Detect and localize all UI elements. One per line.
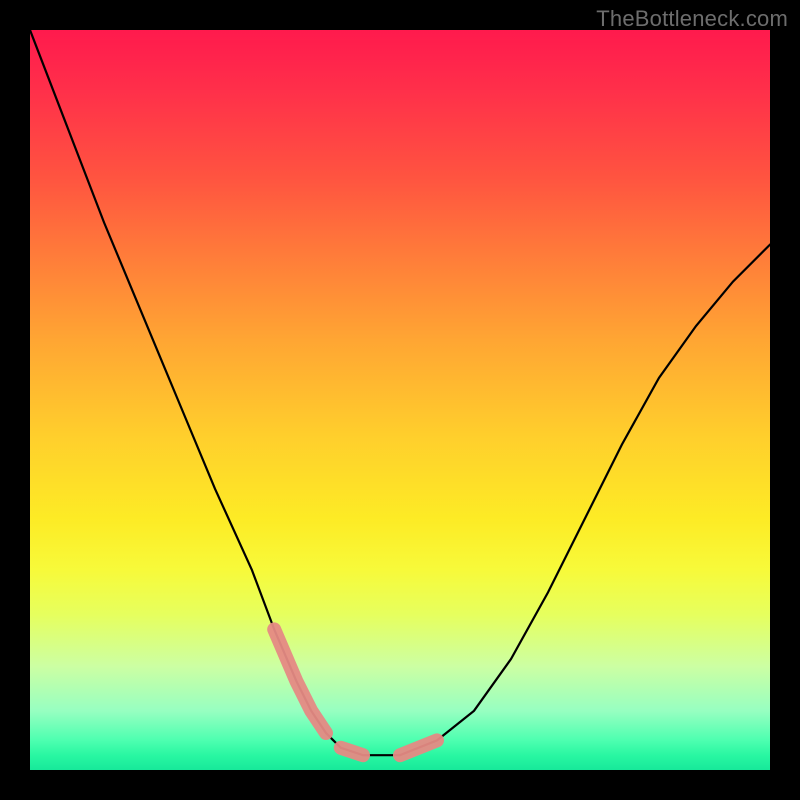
watermark-text: TheBottleneck.com (596, 6, 788, 32)
highlight-right-icon (400, 740, 437, 755)
chart-frame: TheBottleneck.com (0, 0, 800, 800)
bottleneck-curve-svg (30, 30, 770, 770)
bottleneck-curve (30, 30, 770, 755)
plot-area (30, 30, 770, 770)
highlight-floor-icon (341, 748, 363, 755)
highlight-left-icon (274, 629, 326, 733)
